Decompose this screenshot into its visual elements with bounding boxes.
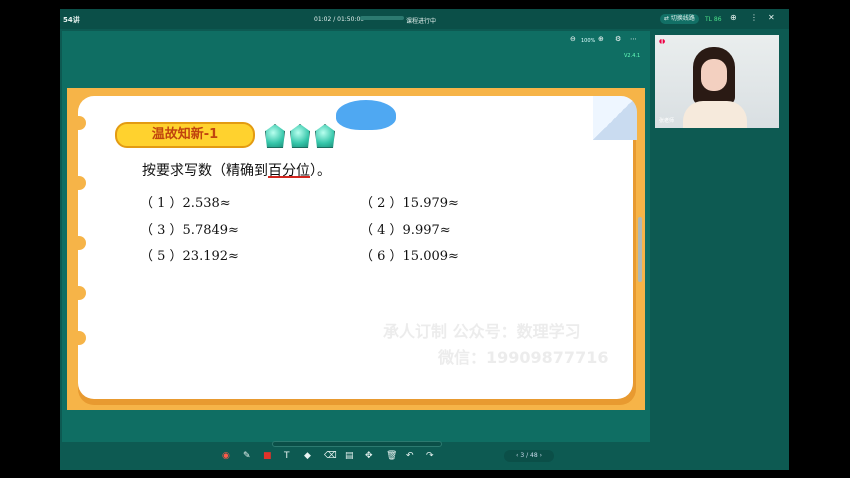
record-icon[interactable]: ◉: [222, 451, 230, 461]
task-suffix: ）。: [310, 163, 331, 179]
teacher-body: [683, 101, 747, 128]
switch-line-button[interactable]: ⇄ 切换线路: [660, 14, 699, 24]
binder-hole: [74, 236, 86, 250]
watermark-line-1: 承人订制 公众号：数理学习: [383, 322, 581, 341]
courseware-stage: ⊖ 100% ⊕ ⚙ ⋯ V2.4.1 温故知新-1 按要求写数（精确到百分位）…: [62, 31, 650, 442]
teacher-video: ◖◗ 张老师: [655, 35, 779, 128]
version-label: V2.4.1: [624, 53, 641, 59]
more-options-icon[interactable]: ⋯: [630, 35, 637, 43]
brand-logo: ◖◗: [659, 38, 666, 45]
shape-icon[interactable]: ◆: [304, 451, 311, 461]
playback-time: 01:02 / 01:50:00: [314, 16, 365, 23]
slide-paper: 温故知新-1 按要求写数（精确到百分位）。 （ 1 ）2.538≈ （ 2 ）1…: [74, 96, 637, 399]
bottom-toolbar: ◉ ✎ ■ T ◆ ⌫ ▤ ✥ 🗑 ↶ ↷ ‹ 3 / 48 ›: [62, 446, 650, 468]
delete-icon[interactable]: 🗑: [386, 451, 397, 461]
page-fold: [593, 96, 637, 140]
move-icon[interactable]: ✥: [365, 451, 373, 461]
search-plus-icon[interactable]: ⊕: [730, 13, 737, 22]
gem-icon: [290, 124, 310, 148]
undo-icon[interactable]: ↶: [406, 451, 414, 461]
teacher-face: [701, 59, 727, 91]
question-2: （ 2 ）15.979≈: [360, 196, 459, 211]
signal-indicator: TL 86: [705, 16, 722, 23]
binder-hole: [74, 331, 86, 345]
binder-hole: [74, 116, 86, 130]
stage-toolbar: ⊖ 100% ⊕ ⚙ ⋯: [62, 31, 650, 51]
top-bar: 54讲 01:02 / 01:50:00 课程进行中 ⇄ 切换线路 TL 86 …: [60, 9, 789, 29]
question-5: （ 5 ）23.192≈: [140, 249, 239, 264]
page-pager[interactable]: ‹ 3 / 48 ›: [504, 450, 554, 462]
section-badge: 温故知新-1: [115, 122, 255, 148]
chevron-right-icon[interactable]: ›: [540, 452, 542, 459]
class-status: 课程进行中: [406, 18, 437, 25]
image-icon[interactable]: ▤: [345, 451, 354, 461]
binder-hole: [74, 176, 86, 190]
gem-icon: [265, 124, 285, 148]
color-swatch-icon[interactable]: ■: [263, 451, 272, 461]
zoom-out-icon[interactable]: ⊖: [570, 35, 576, 43]
more-icon[interactable]: ⋮: [750, 13, 758, 22]
mascot-image: [336, 100, 396, 130]
redo-icon[interactable]: ↷: [426, 451, 434, 461]
task-instruction: 按要求写数（精确到百分位）。: [142, 160, 331, 180]
question-6: （ 6 ）15.009≈: [360, 249, 459, 264]
settings-icon[interactable]: ⚙: [615, 35, 621, 43]
playback-progress[interactable]: [360, 16, 404, 20]
vertical-scrollbar[interactable]: [638, 217, 642, 282]
teacher-name: 张老师: [659, 118, 675, 124]
binder-hole: [74, 286, 86, 300]
question-3: （ 3 ）5.7849≈: [140, 223, 239, 238]
question-4: （ 4 ）9.997≈: [360, 223, 451, 238]
question-1: （ 1 ）2.538≈: [140, 196, 231, 211]
text-icon[interactable]: T: [284, 451, 290, 461]
gem-icon: [315, 124, 335, 148]
lesson-title: 54讲: [63, 16, 80, 24]
zoom-level: 100%: [581, 38, 596, 44]
task-prefix: 按要求写数（精确到: [142, 163, 268, 179]
zoom-in-icon[interactable]: ⊕: [598, 35, 604, 43]
close-icon[interactable]: ✕: [768, 13, 775, 22]
slide: 温故知新-1 按要求写数（精确到百分位）。 （ 1 ）2.538≈ （ 2 ）1…: [67, 88, 645, 410]
pen-icon[interactable]: ✎: [243, 451, 251, 461]
task-emphasis: 百分位: [268, 163, 310, 179]
page-indicator: 3 / 48: [520, 452, 538, 459]
chevron-left-icon[interactable]: ‹: [516, 452, 518, 459]
watermark-line-2: 微信：19909877716: [438, 348, 609, 367]
eraser-icon[interactable]: ⌫: [324, 451, 337, 461]
